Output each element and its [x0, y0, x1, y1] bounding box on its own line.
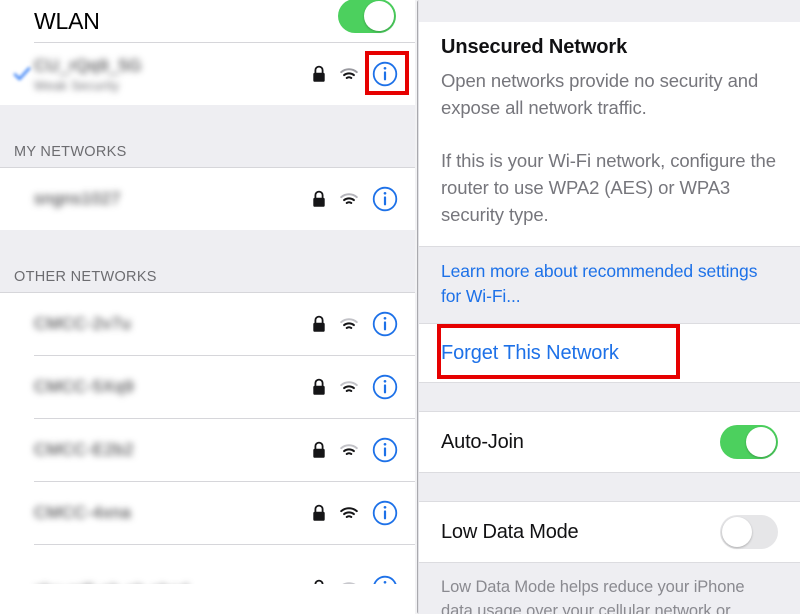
low-data-mode-footer: Low Data Mode helps reduce your iPhone d…: [419, 563, 800, 614]
lock-icon: [312, 378, 326, 396]
network-row[interactable]: CMCC-2v7u: [0, 293, 418, 355]
top-spacer: [419, 0, 800, 22]
section-spacer: [419, 473, 800, 501]
network-name-group: CU_rQq9_5G Weak Security: [34, 56, 312, 93]
detail-paragraph-2: If this is your Wi-Fi network, configure…: [441, 150, 776, 225]
lock-icon: [312, 579, 326, 584]
learn-more-link[interactable]: Learn more about recommended settings fo…: [441, 261, 757, 306]
wifi-signal-icon: [339, 317, 359, 332]
detail-title: Unsecured Network: [441, 36, 628, 58]
info-icon[interactable]: [372, 186, 398, 212]
forget-network-label[interactable]: Forget This Network: [441, 342, 619, 365]
network-detail-panel: Unsecured Network Open networks provide …: [418, 0, 800, 614]
info-icon[interactable]: [372, 311, 398, 337]
network-row[interactable]: sngns1027: [0, 168, 418, 230]
section-label: OTHER NETWORKS: [14, 269, 157, 285]
low-data-mode-row[interactable]: Low Data Mode: [419, 502, 800, 562]
lock-icon: [312, 315, 326, 333]
network-name-group: CMCC-E2b2: [34, 440, 312, 460]
network-name-group: CMCC-2v7u: [34, 314, 312, 334]
wifi-list-panel: WLAN CU_rQq9_5G Weak Security MY NETWORK…: [0, 0, 418, 614]
network-ssid: CMCC-4xnа: [34, 503, 132, 522]
wlan-toggle-knob: [364, 1, 394, 31]
network-name-group: CMCC-4xnа: [34, 503, 312, 523]
page-title: WLAN: [34, 7, 100, 34]
info-icon[interactable]: [372, 61, 398, 87]
low-data-mode-label: Low Data Mode: [441, 520, 579, 543]
wifi-signal-icon: [339, 443, 359, 458]
network-ssid: CMCC-E2b2: [34, 440, 134, 459]
info-icon[interactable]: [372, 575, 398, 584]
lock-icon: [312, 504, 326, 522]
section-label: MY NETWORKS: [14, 144, 127, 160]
section-header-other-networks: OTHER NETWORKS: [0, 230, 418, 292]
network-security-subtitle: Weak Security: [34, 78, 120, 93]
learn-more-block: Learn more about recommended settings fo…: [419, 247, 800, 323]
detail-paragraph-1: Open networks provide no security and ex…: [441, 70, 759, 118]
row-icon-group: [312, 575, 398, 584]
wifi-signal-icon: [339, 380, 359, 395]
lock-icon: [312, 441, 326, 459]
connected-network-row[interactable]: CU_rQq9_5G Weak Security: [0, 43, 418, 105]
lock-icon: [312, 65, 326, 83]
checkmark-icon: [12, 64, 32, 84]
row-icon-group: [312, 437, 398, 463]
row-icon-group: [312, 311, 398, 337]
wifi-signal-icon: [339, 192, 359, 207]
network-ssid: CU_rQq9_5G: [34, 55, 142, 75]
network-row[interactable]: CMCC-E2b2: [0, 419, 418, 481]
low-data-mode-toggle[interactable]: [720, 515, 778, 549]
row-icon-group: [312, 374, 398, 400]
auto-join-toggle[interactable]: [720, 425, 778, 459]
auto-join-row[interactable]: Auto-Join: [419, 412, 800, 472]
wifi-signal-icon: [339, 581, 359, 584]
network-ssid: CMCC-2v7u: [34, 314, 132, 333]
network-row[interactable]: CMCC-5Xq9: [0, 356, 418, 418]
section-header-my-networks: MY NETWORKS: [0, 105, 418, 167]
network-row[interactable]: zhu-wifi-ab ab abcd: [0, 545, 418, 584]
network-ssid: sngns1027: [34, 189, 121, 208]
row-icon-group: [312, 61, 398, 87]
wifi-signal-icon: [339, 67, 359, 82]
lock-icon: [312, 190, 326, 208]
info-icon[interactable]: [372, 374, 398, 400]
network-row[interactable]: CMCC-4xnа: [0, 482, 418, 544]
network-ssid: CMCC-5Xq9: [34, 377, 134, 396]
network-ssid: zhu-wifi-ab ab abcd: [34, 581, 312, 584]
unsecured-network-card: Unsecured Network Open networks provide …: [419, 22, 800, 246]
network-name-group: CMCC-5Xq9: [34, 377, 312, 397]
wlan-toggle[interactable]: [338, 0, 396, 33]
section-spacer: [419, 383, 800, 411]
auto-join-label: Auto-Join: [441, 430, 524, 453]
wifi-signal-icon: [339, 506, 359, 521]
wlan-header-row: WLAN: [0, 0, 418, 42]
network-name-group: sngns1027: [34, 189, 312, 209]
network-name-group: zhu-wifi-ab ab abcd: [34, 581, 312, 584]
auto-join-toggle-knob: [746, 427, 776, 457]
row-icon-group: [312, 500, 398, 526]
row-icon-group: [312, 186, 398, 212]
low-data-mode-toggle-knob: [722, 517, 752, 547]
wifi-settings-screen: WLAN CU_rQq9_5G Weak Security MY NETWORK…: [0, 0, 800, 614]
info-icon[interactable]: [372, 437, 398, 463]
info-icon[interactable]: [372, 500, 398, 526]
forget-network-row[interactable]: Forget This Network: [419, 324, 800, 382]
